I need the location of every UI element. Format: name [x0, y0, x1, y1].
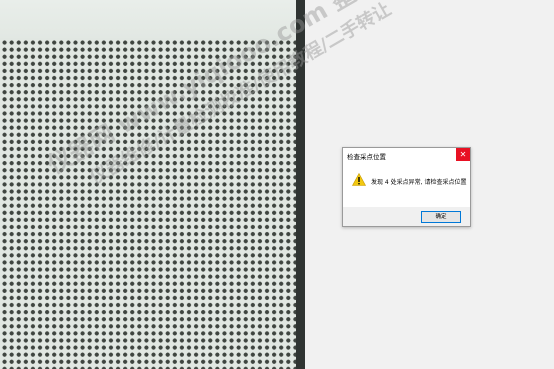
dialog-titlebar: 检查采点位置 ✕ [343, 148, 470, 163]
dialog-title: 检查采点位置 [347, 153, 386, 161]
dialog-footer: 确定 [343, 207, 470, 226]
camera-view-panel [0, 0, 296, 369]
dialog-body: 发现 4 处采点异常, 请检查采点位置 [343, 163, 470, 207]
check-points-dialog: 检查采点位置 ✕ 发现 4 处采点异常, 请检查采点位置 确定 [342, 147, 471, 227]
dialog-message: 发现 4 处采点异常, 请检查采点位置 [371, 179, 467, 186]
panel-divider [296, 0, 305, 369]
camera-view-top-band [0, 0, 296, 38]
close-icon[interactable]: ✕ [456, 148, 470, 161]
calibration-dot-grid [0, 38, 296, 369]
warning-icon [352, 173, 366, 186]
ok-button[interactable]: 确定 [421, 211, 461, 223]
